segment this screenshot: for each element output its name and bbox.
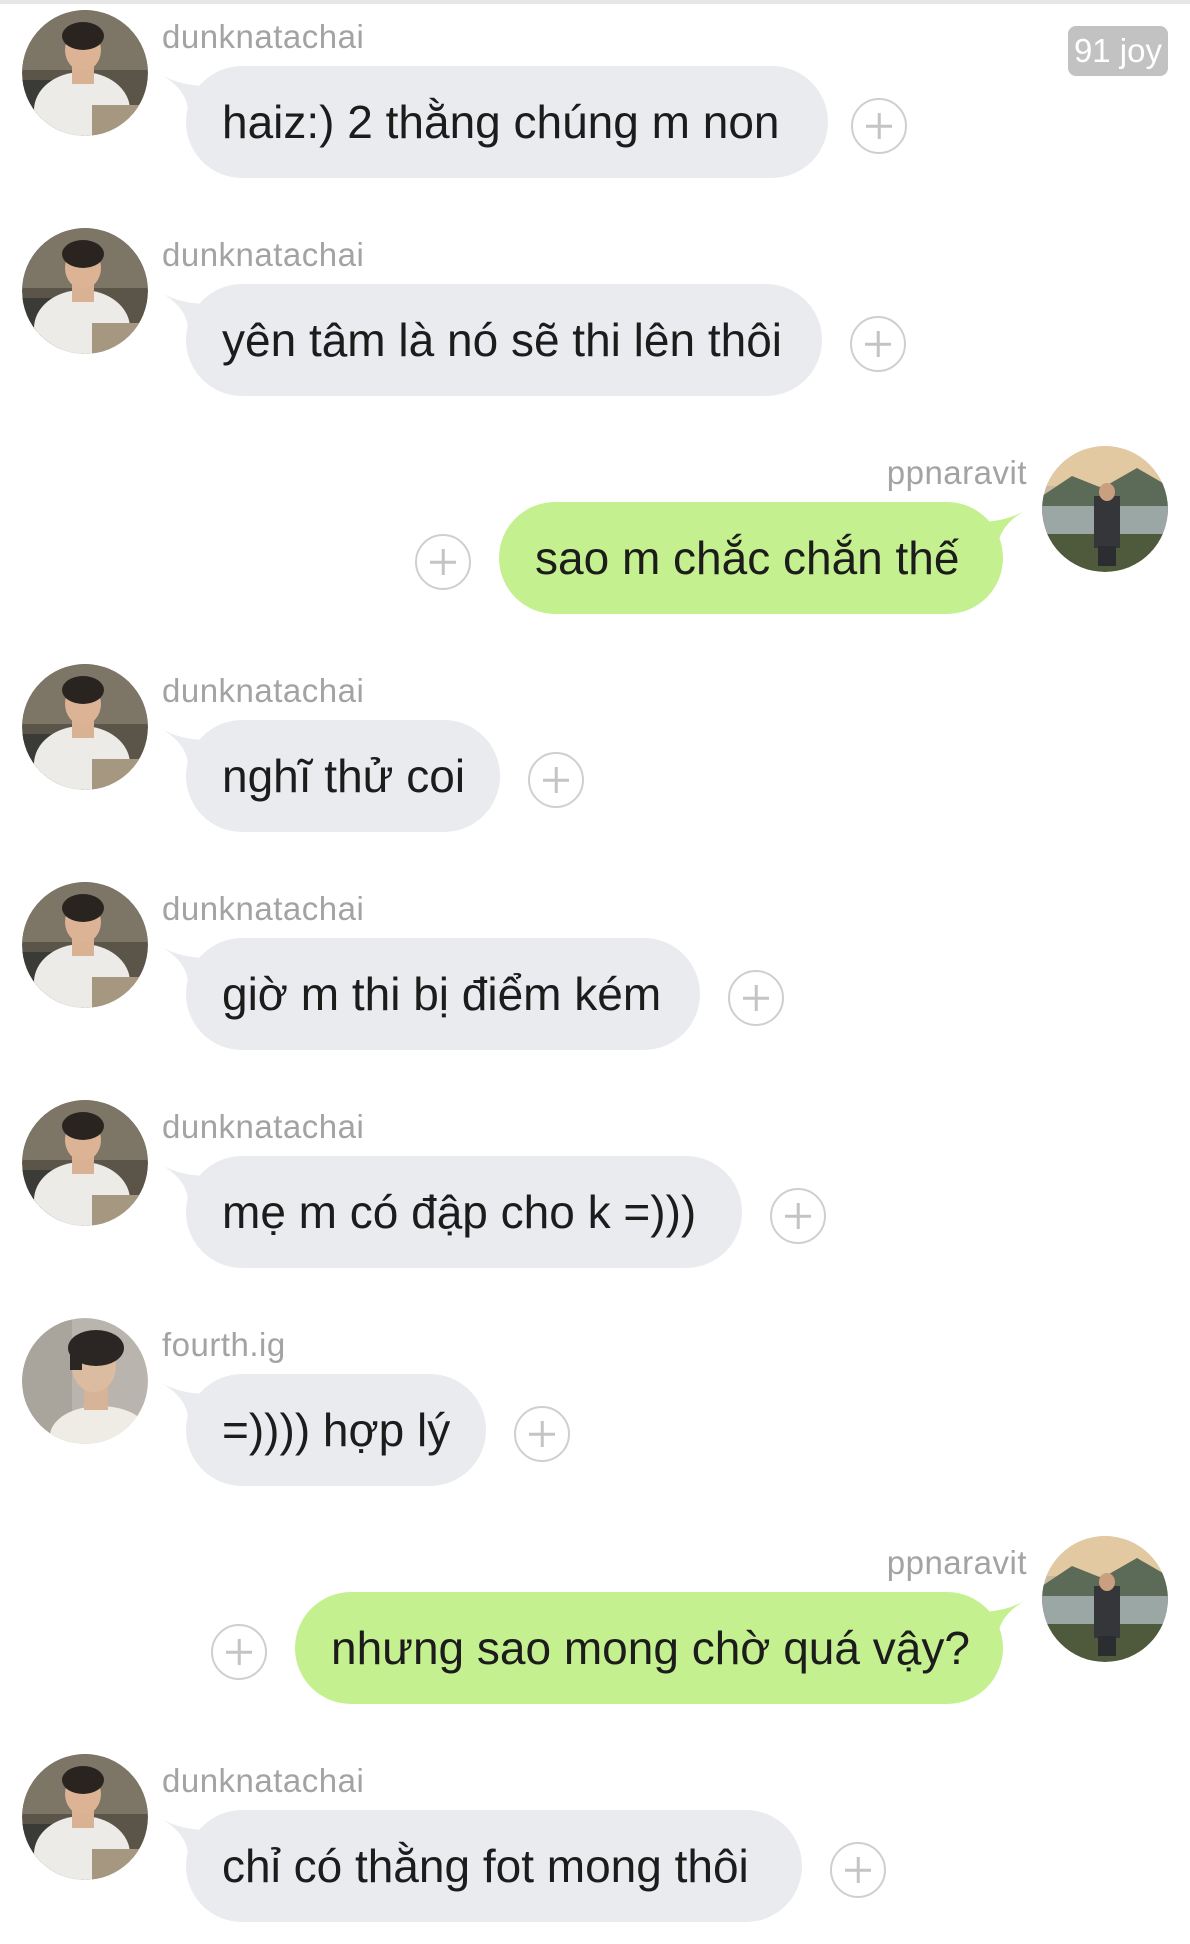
avatar-photo-dunknatachai — [22, 1754, 148, 1880]
top-divider — [0, 0, 1190, 4]
message-bubble[interactable]: chỉ có thằng fot mong thôi — [186, 1810, 802, 1922]
message-row: dunknatachai mẹ m có đập cho k =))) — [0, 1100, 1190, 1290]
sender-name: dunknatachai — [162, 1762, 365, 1799]
avatar-dunknatachai[interactable] — [22, 228, 148, 354]
message-row: ppnaravit nhưng sao mong chờ quá vậy? — [0, 1536, 1190, 1726]
add-reaction-icon[interactable] — [514, 1406, 570, 1462]
message-bubble[interactable]: nhưng sao mong chờ quá vậy? — [295, 1592, 1003, 1704]
add-reaction-icon[interactable] — [830, 1842, 886, 1898]
message-row: fourth.ig =)))) hợp lý — [0, 1318, 1190, 1508]
message-bubble[interactable]: sao m chắc chắn thế — [499, 502, 1003, 614]
avatar-ppnaravit[interactable] — [1042, 1536, 1168, 1662]
sender-name: dunknatachai — [162, 18, 365, 55]
add-reaction-icon[interactable] — [851, 98, 907, 154]
avatar-dunknatachai[interactable] — [22, 664, 148, 790]
add-reaction-icon[interactable] — [415, 534, 471, 590]
sender-name: ppnaravit — [886, 454, 1027, 491]
message-bubble[interactable]: giờ m thi bị điểm kém — [186, 938, 700, 1050]
message-bubble[interactable]: haiz:) 2 thằng chúng m non — [186, 66, 828, 178]
avatar-photo-dunknatachai — [22, 228, 148, 354]
avatar-ppnaravit[interactable] — [1042, 446, 1168, 572]
message-row: dunknatachai haiz:) 2 thằng chúng m non — [0, 10, 1190, 200]
message-row: dunknatachai giờ m thi bị điểm kém — [0, 882, 1190, 1072]
avatar-photo-ppnaravit — [1042, 446, 1168, 572]
add-reaction-icon[interactable] — [770, 1188, 826, 1244]
avatar-dunknatachai[interactable] — [22, 882, 148, 1008]
avatar-photo-dunknatachai — [22, 882, 148, 1008]
avatar-photo-fourth — [22, 1318, 148, 1444]
add-reaction-icon[interactable] — [211, 1624, 267, 1680]
sender-name: dunknatachai — [162, 236, 365, 273]
sender-name: dunknatachai — [162, 1108, 365, 1145]
message-row: ppnaravit sao m chắc chắn thế — [0, 446, 1190, 636]
message-row: dunknatachai nghĩ thử coi — [0, 664, 1190, 854]
avatar-photo-dunknatachai — [22, 10, 148, 136]
sender-name: dunknatachai — [162, 672, 365, 709]
add-reaction-icon[interactable] — [528, 752, 584, 808]
message-bubble[interactable]: nghĩ thử coi — [186, 720, 500, 832]
message-bubble[interactable]: yên tâm là nó sẽ thi lên thôi — [186, 284, 822, 396]
message-bubble[interactable]: =)))) hợp lý — [186, 1374, 486, 1486]
add-reaction-icon[interactable] — [728, 970, 784, 1026]
message-row: dunknatachai chỉ có thằng fot mong thôi — [0, 1754, 1190, 1944]
sender-name: fourth.ig — [162, 1326, 286, 1363]
message-bubble[interactable]: mẹ m có đập cho k =))) — [186, 1156, 742, 1268]
avatar-dunknatachai[interactable] — [22, 1100, 148, 1226]
avatar-fourth[interactable] — [22, 1318, 148, 1444]
sender-name: ppnaravit — [886, 1544, 1027, 1581]
avatar-dunknatachai[interactable] — [22, 1754, 148, 1880]
avatar-dunknatachai[interactable] — [22, 10, 148, 136]
add-reaction-icon[interactable] — [850, 316, 906, 372]
avatar-photo-dunknatachai — [22, 664, 148, 790]
avatar-photo-ppnaravit — [1042, 1536, 1168, 1662]
message-row: dunknatachai yên tâm là nó sẽ thi lên th… — [0, 228, 1190, 418]
avatar-photo-dunknatachai — [22, 1100, 148, 1226]
sender-name: dunknatachai — [162, 890, 365, 927]
